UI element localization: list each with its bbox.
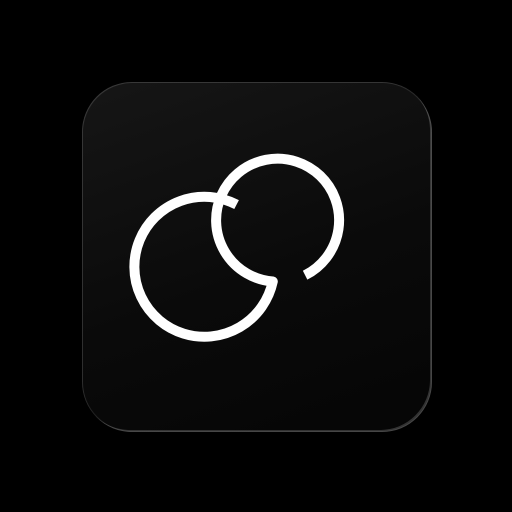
canvas	[0, 0, 512, 512]
infinity-icon	[129, 153, 345, 342]
app-icon[interactable]	[82, 82, 432, 432]
